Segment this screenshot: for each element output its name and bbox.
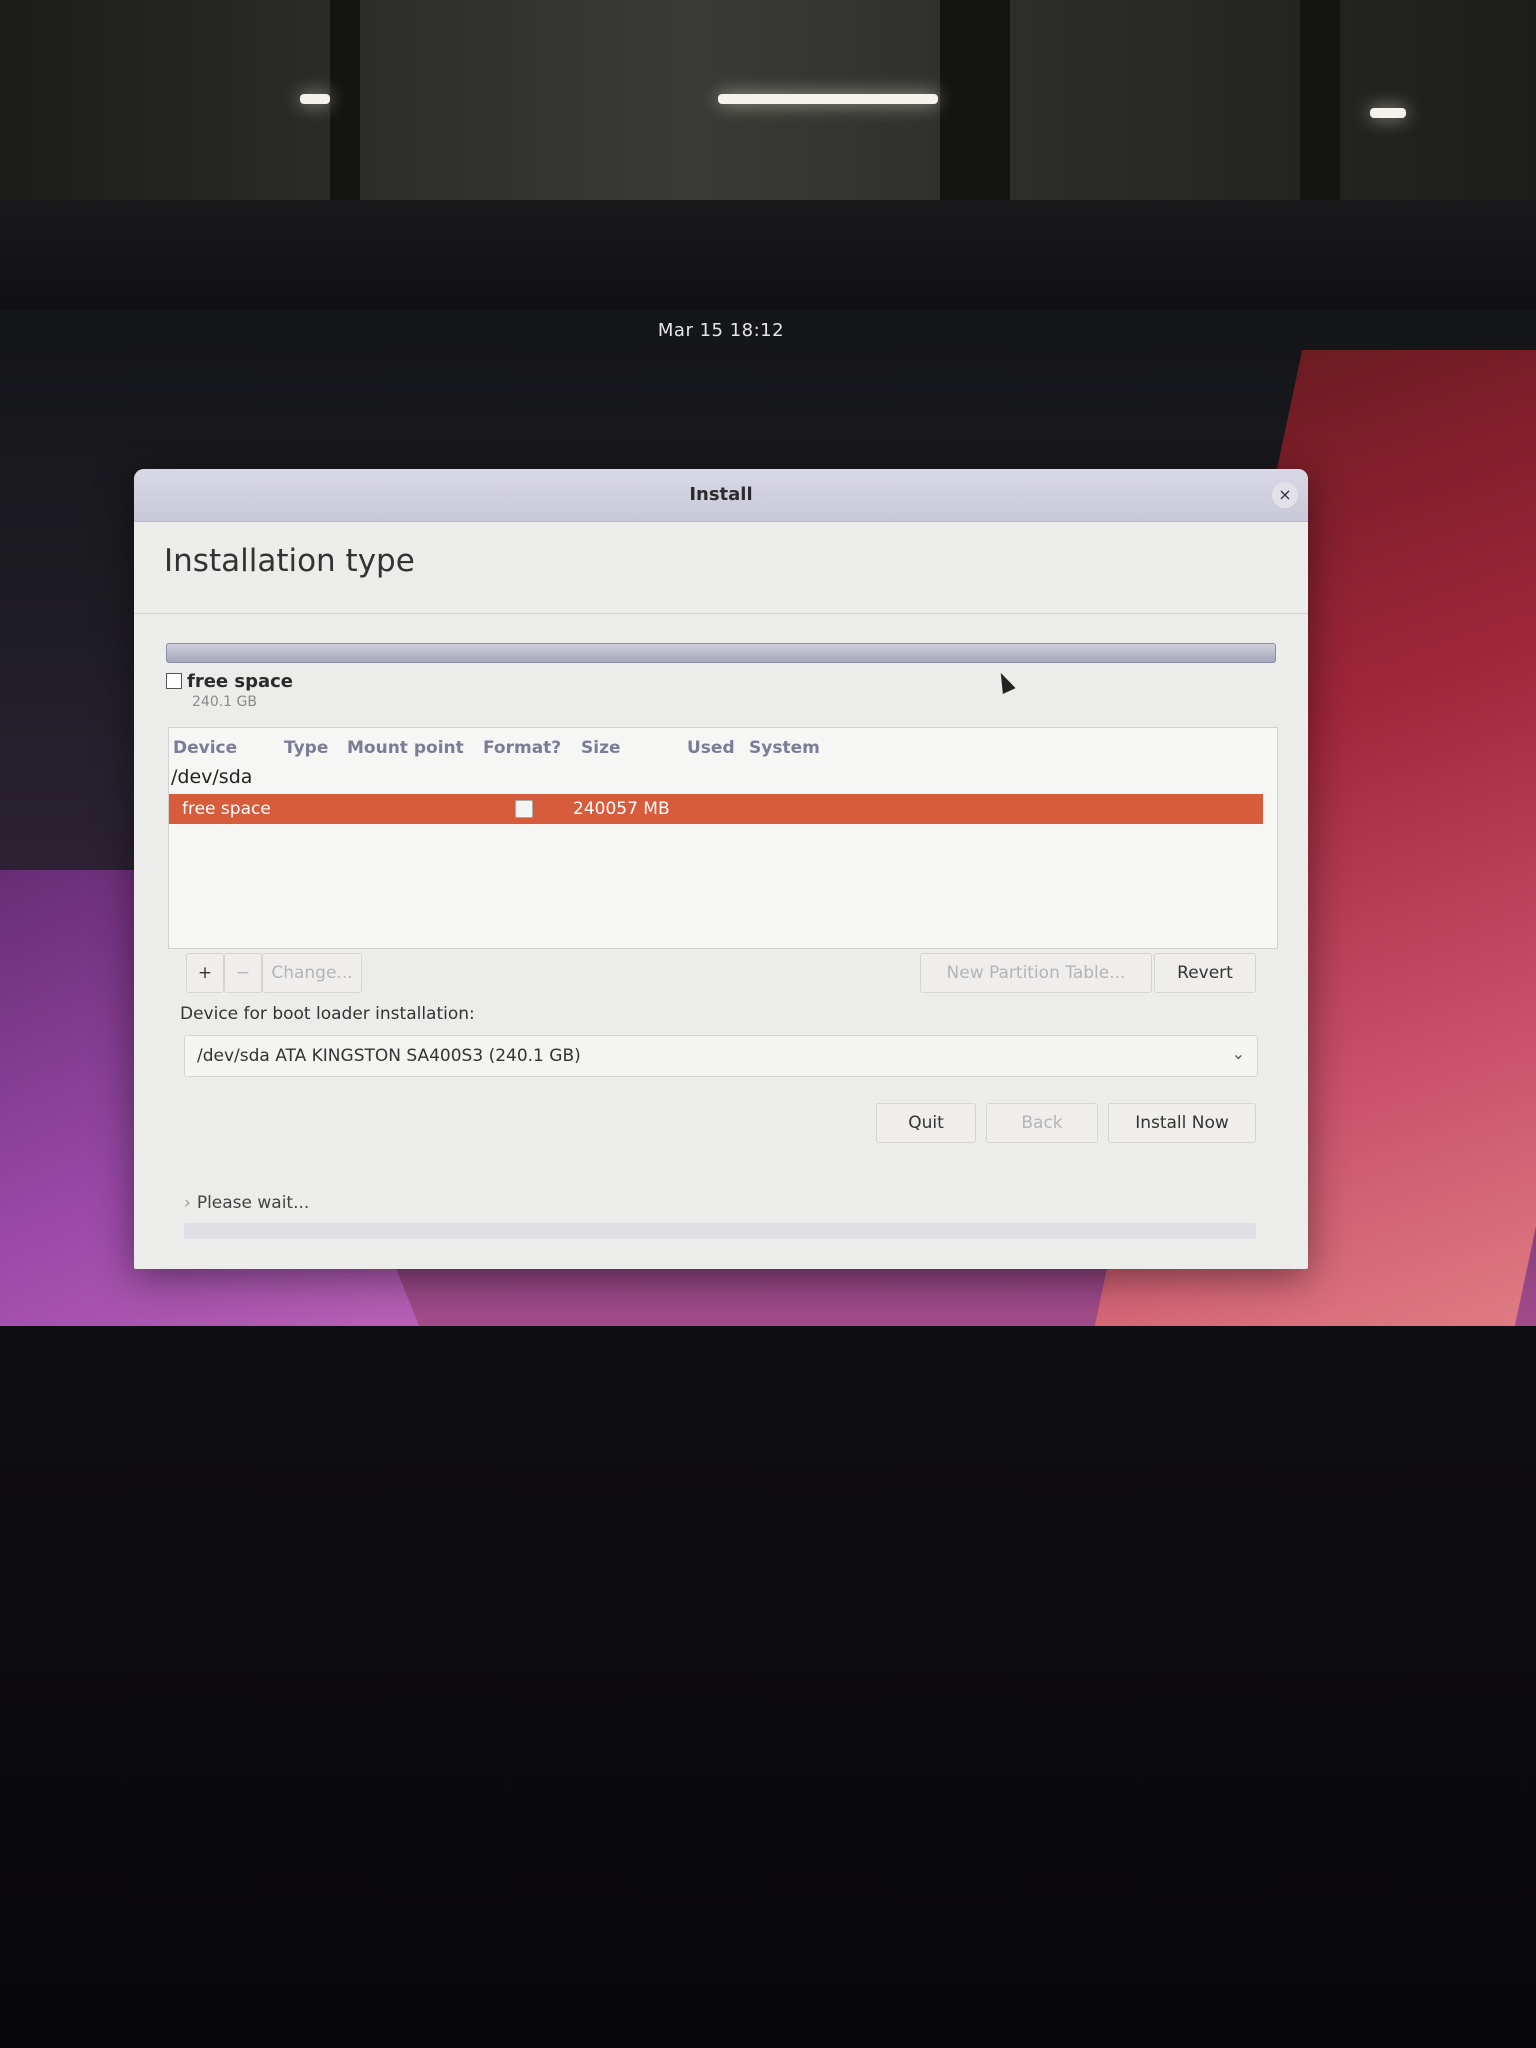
close-icon[interactable]: × [1272, 482, 1298, 508]
checkbox-icon [166, 673, 182, 689]
room-background [0, 0, 1536, 205]
divider [134, 613, 1308, 614]
back-button[interactable]: Back [986, 1103, 1098, 1143]
window-title: Install [689, 484, 753, 505]
ceiling-light [1370, 108, 1406, 118]
add-partition-button[interactable]: + [186, 953, 224, 993]
quit-button[interactable]: Quit [876, 1103, 976, 1143]
topbar-clock[interactable]: Mar 15 18:12 [0, 320, 1442, 341]
column-header-type[interactable]: Type [284, 738, 328, 758]
column-header-system[interactable]: System [749, 738, 820, 758]
install-now-button[interactable]: Install Now [1108, 1103, 1256, 1143]
column-header-used[interactable]: Used [687, 738, 735, 758]
monitor-bezel-bottom [0, 1326, 1536, 2048]
column-header-device[interactable]: Device [173, 738, 237, 758]
window-titlebar[interactable]: Install × [134, 469, 1308, 522]
boot-loader-value: /dev/sda ATA KINGSTON SA400S3 (240.1 GB) [197, 1046, 581, 1066]
boot-loader-label: Device for boot loader installation: [180, 1004, 475, 1024]
monitor-bezel-top [0, 200, 1536, 310]
progress-bar [184, 1223, 1256, 1239]
ceiling-light [718, 94, 938, 104]
disk-usage-bar [166, 643, 1276, 663]
column-header-size[interactable]: Size [581, 738, 621, 758]
legend-name: free space [187, 671, 294, 692]
background-pillar [940, 0, 1010, 205]
status-label: Please wait... [196, 1193, 310, 1213]
background-pillar [330, 0, 360, 205]
ceiling-light [300, 94, 330, 104]
status-text: › Please wait... [184, 1193, 309, 1213]
row-size: 240057 MB [573, 799, 670, 819]
window-content: Installation type free space 240.1 GB De… [134, 521, 1308, 1266]
change-partition-button[interactable]: Change... [262, 953, 362, 993]
disk-legend: free space 240.1 GB [166, 671, 293, 710]
expander-arrow-icon[interactable]: › [184, 1193, 191, 1213]
format-checkbox[interactable] [515, 800, 533, 818]
chevron-down-icon: ⌄ [1231, 1044, 1245, 1063]
row-device: free space [182, 799, 271, 819]
legend-size: 240.1 GB [192, 694, 257, 710]
partition-table[interactable]: Device Type Mount point Format? Size Use… [168, 727, 1278, 949]
column-header-mount-point[interactable]: Mount point [347, 738, 464, 758]
table-row[interactable]: free space 240057 MB [169, 794, 1263, 824]
device-group[interactable]: /dev/sda [171, 766, 252, 788]
column-header-format[interactable]: Format? [483, 738, 561, 758]
new-partition-table-button[interactable]: New Partition Table... [920, 953, 1152, 993]
remove-partition-button[interactable]: − [224, 953, 262, 993]
background-pillar [1300, 0, 1340, 205]
revert-button[interactable]: Revert [1154, 953, 1256, 993]
boot-loader-select[interactable]: /dev/sda ATA KINGSTON SA400S3 (240.1 GB)… [184, 1035, 1258, 1077]
page-title: Installation type [164, 543, 415, 579]
installer-window: Install × Installation type free space 2… [134, 469, 1308, 1269]
